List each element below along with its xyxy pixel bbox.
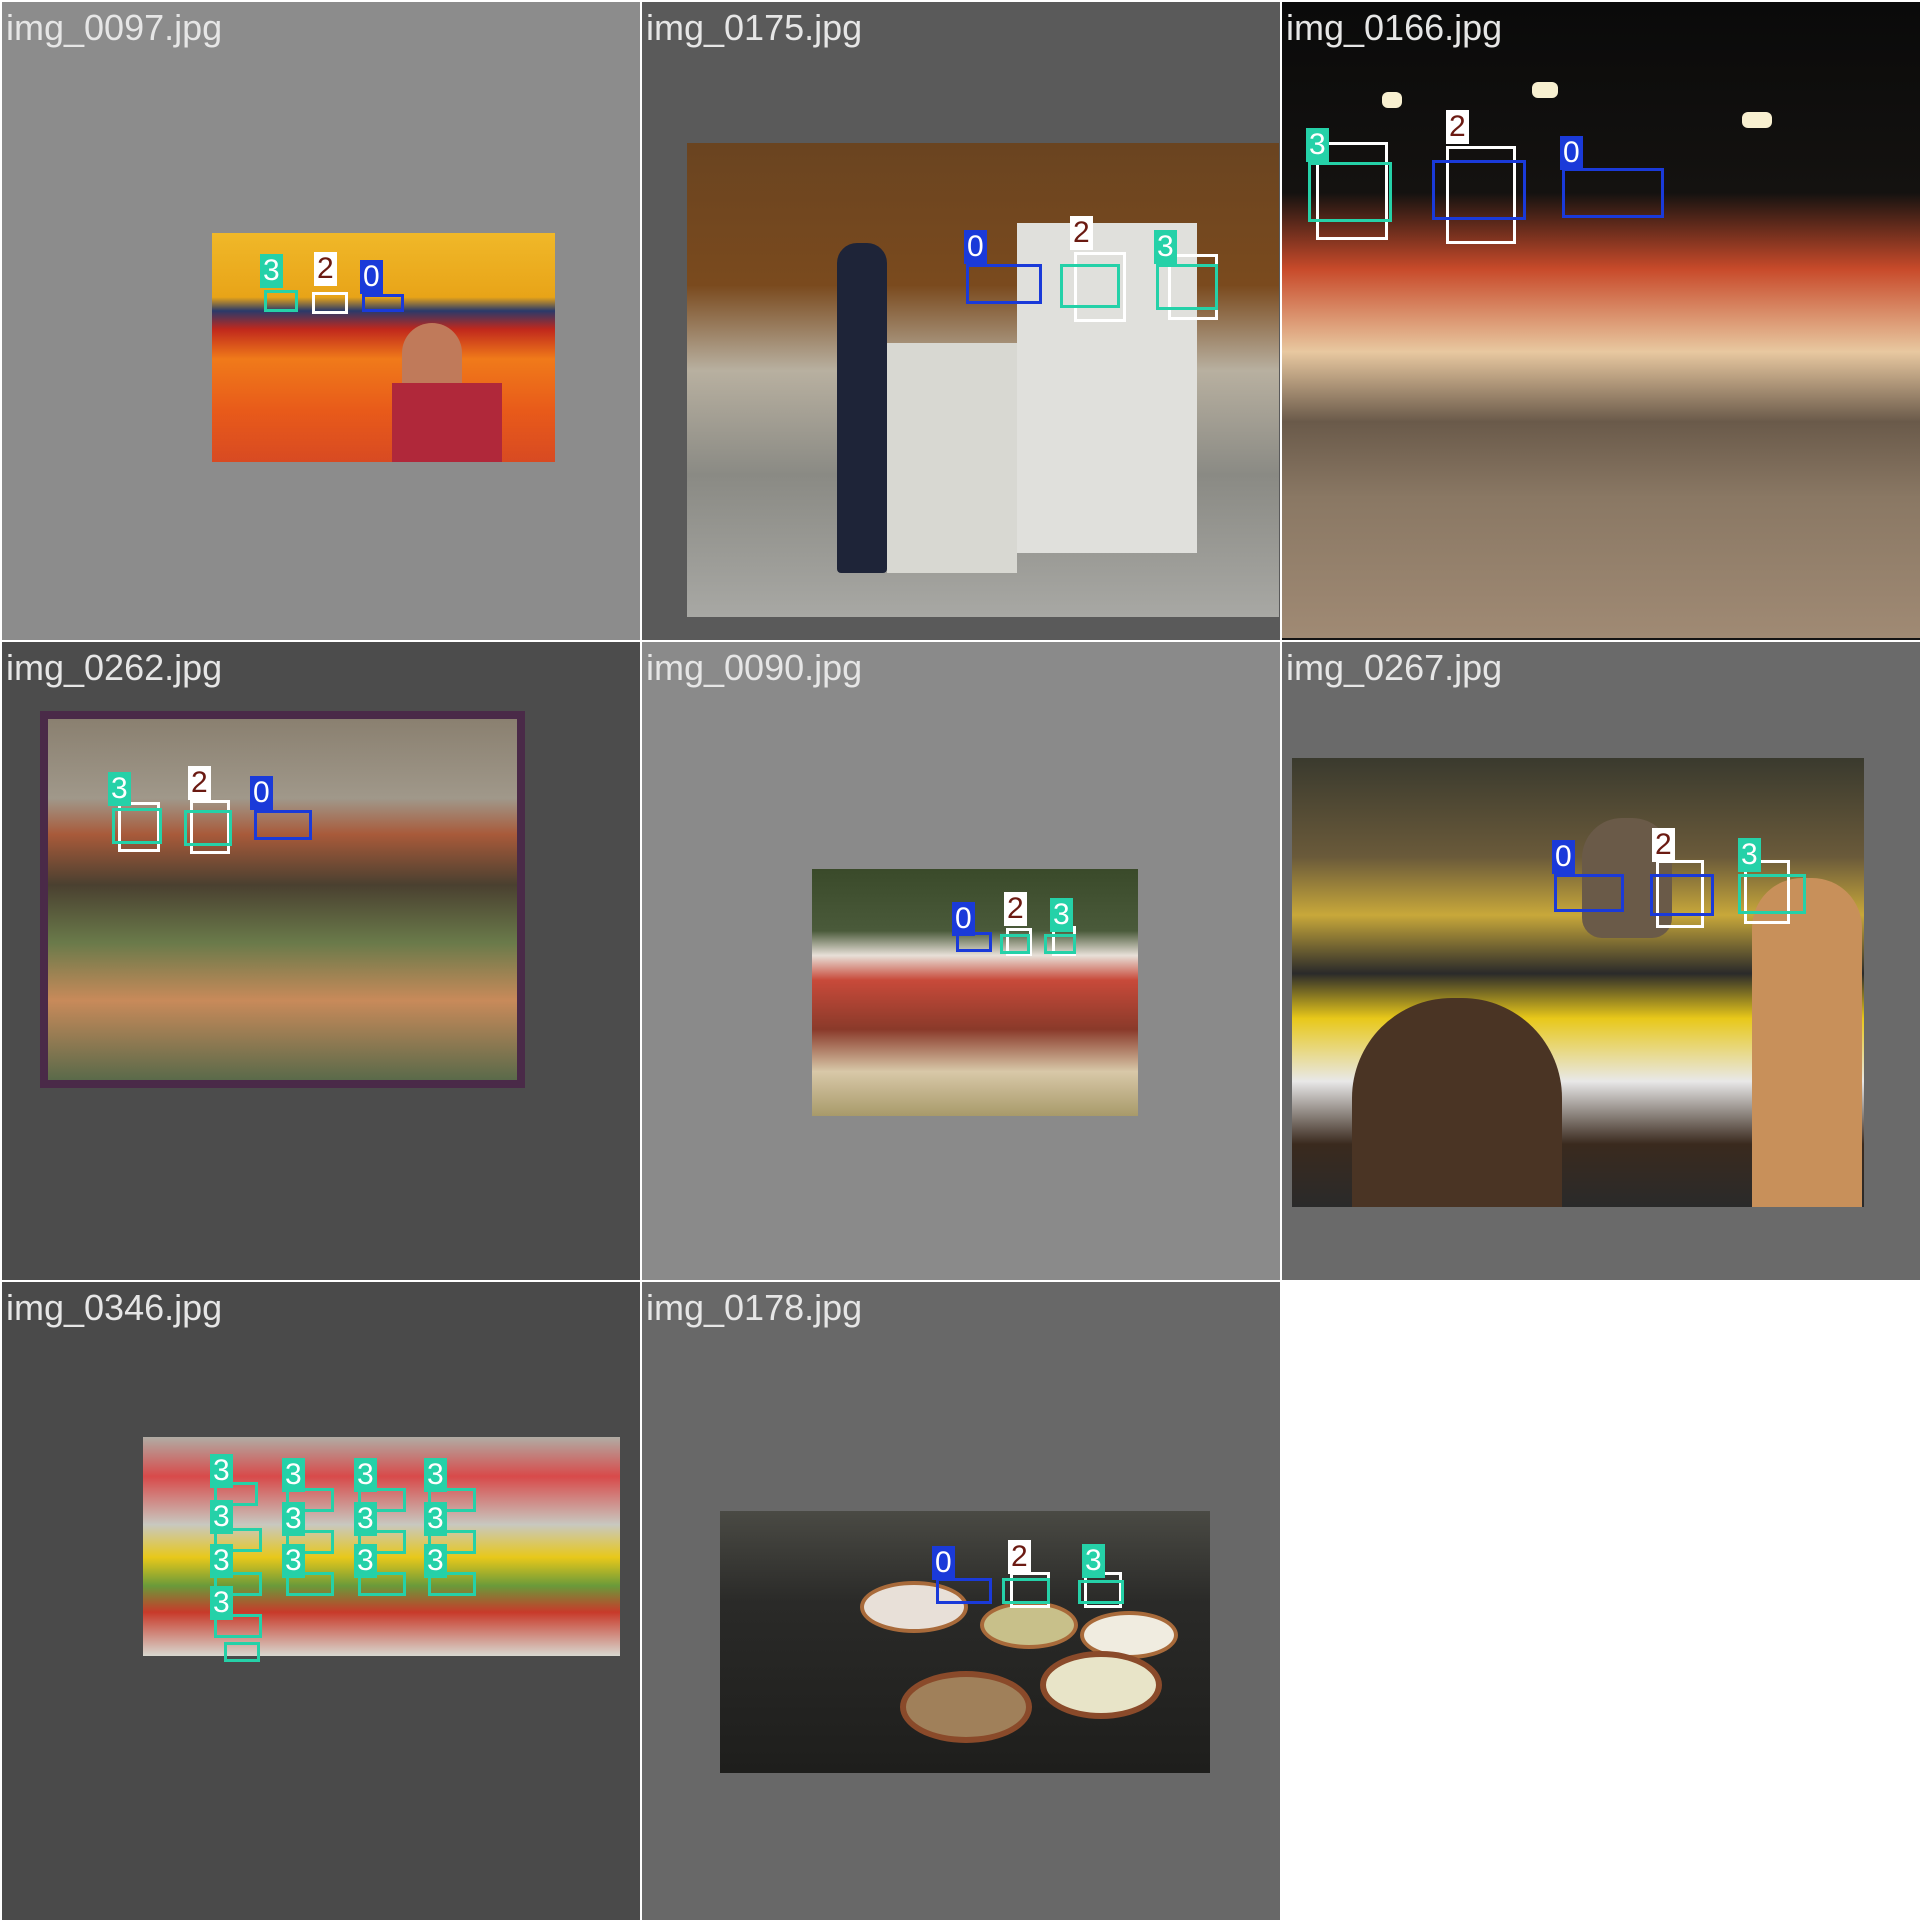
detection-label: 3 [354, 1458, 377, 1492]
detection-box [1562, 168, 1664, 218]
tile-filename: img_0166.jpg [1286, 7, 1503, 48]
tile-filename: img_0267.jpg [1286, 647, 1503, 688]
detection-box [966, 264, 1042, 304]
tile-img-0166: 3 2 0 img_0166.jpg [1282, 2, 1920, 640]
detection-label: 2 [1008, 1540, 1031, 1574]
detection-label: 3 [210, 1500, 233, 1534]
detection-label: 2 [1446, 110, 1469, 144]
detection-box [312, 292, 348, 314]
detection-box [224, 1642, 260, 1662]
detection-box [1738, 874, 1806, 914]
detection-box [936, 1578, 992, 1604]
detection-box [1156, 264, 1218, 310]
detection-box [1002, 1578, 1050, 1604]
detection-label: 0 [1560, 136, 1583, 170]
tile-img-0178: 0 2 3 img_0178.jpg [642, 1282, 1280, 1920]
detection-label: 3 [1154, 230, 1177, 264]
detection-label: 3 [1306, 128, 1329, 162]
photo-vegetable-market [40, 711, 525, 1088]
detection-label: 3 [354, 1544, 377, 1578]
detection-label: 0 [964, 230, 987, 264]
detection-box [184, 810, 232, 846]
detection-label: 3 [1738, 838, 1761, 872]
tile-filename: img_0178.jpg [646, 1287, 863, 1328]
detection-label: 3 [282, 1502, 305, 1536]
tile-filename: img_0097.jpg [6, 7, 223, 48]
photo-juice-stand [1292, 758, 1864, 1207]
detection-box [362, 294, 404, 312]
detection-label: 0 [250, 776, 273, 810]
detection-box [1432, 160, 1526, 220]
photo-night-market [1282, 2, 1920, 638]
tile-img-0262: 3 2 0 img_0262.jpg [2, 642, 640, 1280]
photo-buffet-bowls [720, 1511, 1210, 1773]
detection-box [1060, 264, 1120, 308]
detection-label: 3 [210, 1586, 233, 1620]
detection-label: 3 [1082, 1544, 1105, 1578]
tile-img-0175: 0 2 3 img_0175.jpg [642, 2, 1280, 640]
detection-label: 3 [282, 1544, 305, 1578]
detection-label: 3 [108, 772, 131, 806]
tile-filename: img_0262.jpg [6, 647, 223, 688]
tile-img-0090: 0 2 3 img_0090.jpg [642, 642, 1280, 1280]
tile-filename: img_0090.jpg [646, 647, 863, 688]
detection-label: 0 [952, 902, 975, 936]
detection-label: 2 [1652, 828, 1675, 862]
detection-label: 3 [1050, 898, 1073, 932]
detection-label: 3 [282, 1458, 305, 1492]
detection-label: 3 [210, 1454, 233, 1488]
detection-label: 2 [314, 252, 337, 286]
detection-label: 2 [1070, 216, 1093, 250]
tile-filename: img_0175.jpg [646, 7, 863, 48]
detection-label: 2 [188, 766, 211, 800]
photo-market-table [812, 869, 1138, 1116]
detection-label: 3 [424, 1458, 447, 1492]
detection-label: 0 [360, 260, 383, 294]
detection-box [1078, 1580, 1124, 1604]
tile-filename: img_0346.jpg [6, 1287, 223, 1328]
detection-label: 3 [260, 254, 283, 288]
detection-label: 3 [210, 1544, 233, 1578]
detection-label: 0 [932, 1546, 955, 1580]
tile-img-0346: 3 3 3 3 3 3 3 3 3 3 3 3 3 3 3 img_0346.j… [2, 1282, 640, 1920]
detection-box [264, 290, 298, 312]
detection-label: 3 [354, 1502, 377, 1536]
detection-box [1650, 874, 1714, 916]
detection-box [1554, 874, 1624, 912]
detection-box [254, 810, 312, 840]
photo-kitchen-fridge [687, 143, 1279, 617]
detection-label: 2 [1004, 892, 1027, 926]
detection-label: 0 [1552, 840, 1575, 874]
tile-img-0267: 0 2 3 img_0267.jpg [1282, 642, 1920, 1280]
tile-img-0097: 3 2 0 img_0097.jpg [2, 2, 640, 640]
detection-label: 3 [424, 1502, 447, 1536]
detection-box [112, 808, 162, 844]
detection-label: 3 [424, 1544, 447, 1578]
detection-box [1000, 934, 1030, 954]
detection-box [1044, 934, 1076, 954]
detection-box [1308, 162, 1392, 222]
